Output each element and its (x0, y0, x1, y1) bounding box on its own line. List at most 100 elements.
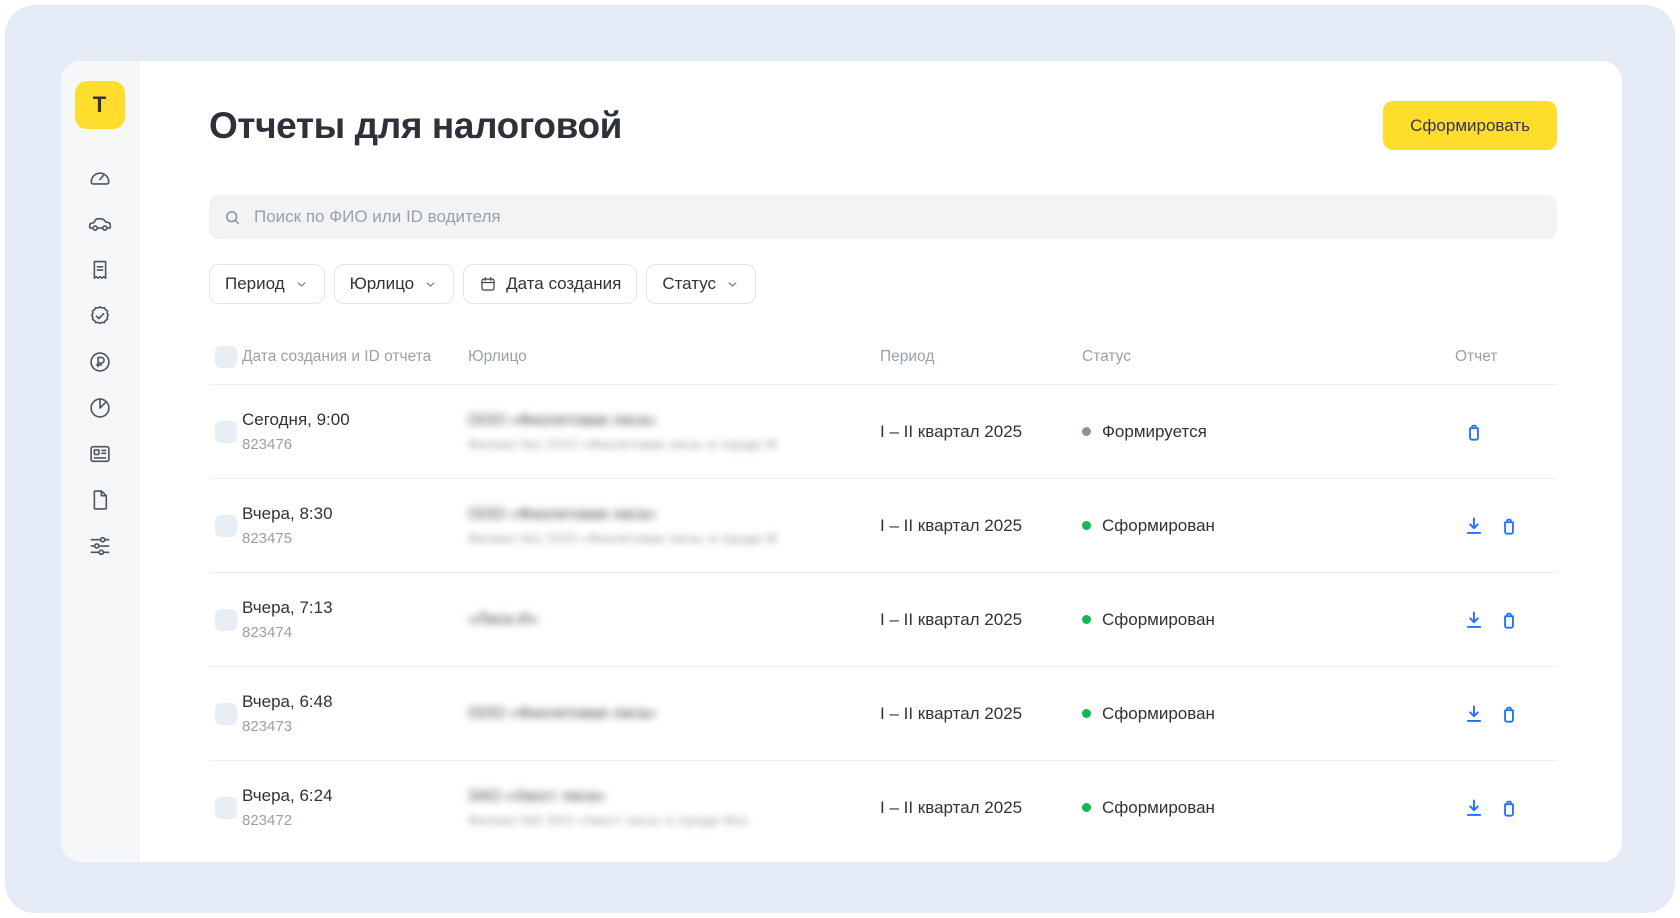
status-cell: Сформирован (1082, 610, 1455, 630)
report-id: 823473 (242, 718, 468, 735)
status-cell: Формируется (1082, 422, 1455, 442)
download-icon[interactable] (1463, 609, 1485, 631)
column-report: Отчет (1455, 348, 1557, 366)
row-actions (1455, 703, 1557, 725)
row-checkbox[interactable] (215, 421, 237, 443)
row-checkbox[interactable] (215, 609, 237, 631)
search-icon (223, 208, 242, 227)
delete-icon[interactable] (1498, 515, 1520, 537)
filter-creation-date[interactable]: Дата создания (463, 264, 637, 304)
status-dot (1082, 803, 1091, 812)
chevron-down-icon (725, 277, 740, 292)
legal-entity-name-redacted: ООО «Фиолетовая лиса» (468, 506, 880, 524)
filter-period-label: Период (225, 274, 285, 294)
legal-entity-name-redacted: ООО «Фиолетовая лиса» (468, 412, 880, 430)
report-date: Вчера, 6:48 (242, 692, 468, 712)
sidebar: T (61, 61, 139, 862)
row-actions (1455, 609, 1557, 631)
table-row: Вчера, 6:48 823473 ООО «Фиолетовая лиса»… (209, 666, 1557, 760)
legal-entity-detail-redacted: Филиал №5 ЗАО «Хвост лиса» в городе Мос (468, 813, 880, 828)
filter-creation-date-label: Дата создания (506, 274, 621, 294)
ruble-icon[interactable] (87, 349, 113, 375)
column-date-id: Дата создания и ID отчета (242, 348, 468, 366)
page-header: Отчеты для налоговой Сформировать (209, 101, 1557, 150)
status-dot (1082, 427, 1091, 436)
app-window: T (5, 5, 1675, 913)
filter-legal-entity-label: Юрлицо (350, 274, 414, 294)
column-status: Статус (1082, 348, 1455, 366)
report-id: 823476 (242, 436, 468, 453)
page-title: Отчеты для налоговой (209, 105, 622, 147)
chevron-down-icon (423, 277, 438, 292)
filter-period[interactable]: Период (209, 264, 325, 304)
generate-report-button[interactable]: Сформировать (1383, 101, 1557, 150)
pie-chart-icon[interactable] (87, 395, 113, 421)
status-cell: Сформирован (1082, 516, 1455, 536)
row-checkbox[interactable] (215, 703, 237, 725)
table-row: Вчера, 7:13 823474 «Лиса И» I – II кварт… (209, 572, 1557, 666)
news-icon[interactable] (87, 441, 113, 467)
legal-entity-name-redacted: ЗАО «Хвост лиса» (468, 788, 880, 806)
report-date: Вчера, 8:30 (242, 504, 468, 524)
chevron-down-icon (294, 277, 309, 292)
report-date: Сегодня, 9:00 (242, 410, 468, 430)
legal-entity-detail-redacted: Филиал №1 ООО «Фиолетовая лиса» в городе… (468, 531, 880, 546)
report-id: 823475 (242, 530, 468, 547)
status-label: Сформирован (1102, 610, 1215, 630)
report-id: 823474 (242, 624, 468, 641)
search-input[interactable] (252, 206, 1543, 228)
report-period: I – II квартал 2025 (880, 610, 1082, 630)
car-icon[interactable] (87, 211, 113, 237)
row-actions (1455, 421, 1557, 443)
main-card: T (61, 61, 1622, 862)
delete-icon[interactable] (1498, 797, 1520, 819)
report-period: I – II квартал 2025 (880, 704, 1082, 724)
report-period: I – II квартал 2025 (880, 516, 1082, 536)
table-header: Дата создания и ID отчета Юрлицо Период … (209, 332, 1557, 384)
status-label: Сформирован (1102, 704, 1215, 724)
report-date: Вчера, 7:13 (242, 598, 468, 618)
report-date: Вчера, 6:24 (242, 786, 468, 806)
receipt-icon[interactable] (87, 257, 113, 283)
brand-logo[interactable]: T (75, 81, 125, 129)
badge-check-icon[interactable] (87, 303, 113, 329)
filter-status-label: Статус (662, 274, 716, 294)
table-row: Вчера, 8:30 823475 ООО «Фиолетовая лиса»… (209, 478, 1557, 572)
filters-icon[interactable] (87, 533, 113, 559)
status-dot (1082, 615, 1091, 624)
delete-icon[interactable] (1498, 609, 1520, 631)
download-icon[interactable] (1463, 703, 1485, 725)
status-cell: Сформирован (1082, 798, 1455, 818)
reports-table: Дата создания и ID отчета Юрлицо Период … (209, 332, 1557, 854)
status-cell: Сформирован (1082, 704, 1455, 724)
row-actions (1455, 515, 1557, 537)
search-bar[interactable] (209, 195, 1557, 239)
row-actions (1455, 797, 1557, 819)
main-content: Отчеты для налоговой Сформировать Период… (139, 61, 1622, 862)
filter-status[interactable]: Статус (646, 264, 756, 304)
select-all-checkbox[interactable] (215, 346, 237, 368)
gauge-icon[interactable] (87, 165, 113, 191)
status-label: Формируется (1102, 422, 1207, 442)
filter-legal-entity[interactable]: Юрлицо (334, 264, 454, 304)
status-label: Сформирован (1102, 516, 1215, 536)
legal-entity-name-redacted: ООО «Фиолетовая лиса» (468, 705, 880, 723)
legal-entity-name-redacted: «Лиса И» (468, 611, 880, 629)
status-label: Сформирован (1102, 798, 1215, 818)
download-icon[interactable] (1463, 797, 1485, 819)
filter-bar: Период Юрлицо Дата создания (209, 264, 1557, 304)
download-icon[interactable] (1463, 515, 1485, 537)
report-period: I – II квартал 2025 (880, 798, 1082, 818)
table-row: Сегодня, 9:00 823476 ООО «Фиолетовая лис… (209, 384, 1557, 478)
delete-icon[interactable] (1463, 421, 1485, 443)
legal-entity-detail-redacted: Филиал №1 ООО «Фиолетовая лиса» в городе… (468, 437, 880, 452)
table-row: Вчера, 6:24 823472 ЗАО «Хвост лиса» Фили… (209, 760, 1557, 854)
calendar-icon (479, 275, 497, 293)
document-icon[interactable] (87, 487, 113, 513)
row-checkbox[interactable] (215, 797, 237, 819)
row-checkbox[interactable] (215, 515, 237, 537)
column-legal-entity: Юрлицо (468, 348, 880, 366)
column-period: Период (880, 348, 1082, 366)
report-id: 823472 (242, 812, 468, 829)
delete-icon[interactable] (1498, 703, 1520, 725)
